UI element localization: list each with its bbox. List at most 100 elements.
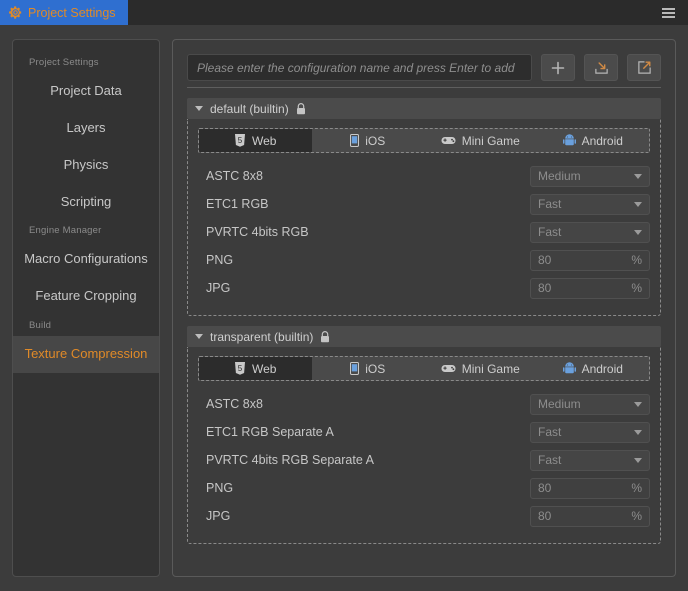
phone-icon <box>350 134 360 147</box>
row-label: PNG <box>206 481 234 495</box>
gamepad-icon <box>441 135 456 146</box>
row-label: JPG <box>206 509 231 523</box>
jpg-quality-input[interactable]: 80 % <box>530 505 650 527</box>
gamepad-icon <box>441 363 456 374</box>
tab-label: Mini Game <box>461 361 520 376</box>
section-header[interactable]: transparent (builtin) <box>187 326 661 347</box>
tab-ios[interactable]: iOS <box>311 357 424 380</box>
select-value: Medium <box>538 397 581 411</box>
jpg-quality-input[interactable]: 80 % <box>530 277 650 299</box>
tab-ios[interactable]: iOS <box>311 129 424 152</box>
percent-unit: % <box>631 281 642 295</box>
titlebar-spacer <box>127 0 648 25</box>
platform-tabs: 5 Web iOS Mini Game Android <box>198 128 650 153</box>
import-configuration-button[interactable] <box>584 54 618 81</box>
setting-row-png: PNG 80 % <box>198 247 650 273</box>
setting-row-jpg: JPG 80 % <box>198 275 650 301</box>
row-label: PNG <box>206 253 234 267</box>
select-value: Fast <box>538 225 562 239</box>
tab-web[interactable]: 5 Web <box>199 129 312 152</box>
caret-down-icon[interactable] <box>195 106 203 111</box>
tab-title: Project Settings <box>28 5 116 20</box>
pvrtc-4bits-rgb-separate-a-select[interactable]: Fast <box>530 449 650 471</box>
setting-row-png: PNG 80 % <box>198 475 650 501</box>
config-section-default: default (builtin) 5 Web iOS Mini Game An… <box>187 98 661 316</box>
app-body: Project Settings Project Data Layers Phy… <box>0 25 688 591</box>
sidebar-item-physics[interactable]: Physics <box>13 147 159 184</box>
chevron-down-icon <box>634 457 642 463</box>
hamburger-bar <box>661 7 675 10</box>
platform-tabs: 5 Web iOS Mini Game Android <box>198 356 650 381</box>
plus-icon <box>551 61 565 75</box>
section-panel: 5 Web iOS Mini Game Android ASTC 8x8 Med… <box>187 119 661 316</box>
html5-icon: 5 <box>234 362 246 375</box>
hamburger-bar <box>661 15 675 18</box>
sidebar-item-project-data[interactable]: Project Data <box>13 73 159 110</box>
tab-web[interactable]: 5 Web <box>199 357 312 380</box>
input-value: 80 <box>538 281 552 295</box>
row-label: PVRTC 4bits RGB Separate A <box>206 453 374 467</box>
hamburger-bar <box>661 11 675 14</box>
tab-android[interactable]: Android <box>536 129 649 152</box>
texture-compression-panel: default (builtin) 5 <box>172 39 676 577</box>
sidebar-item-macro-configurations[interactable]: Macro Configurations <box>13 241 159 278</box>
setting-row-astc-8x8: ASTC 8x8 Medium <box>198 163 650 189</box>
tab-label: iOS <box>365 133 386 148</box>
gear-icon <box>9 6 22 19</box>
export-icon <box>637 60 652 75</box>
etc1-rgb-separate-a-select[interactable]: Fast <box>530 421 650 443</box>
etc1-rgb-select[interactable]: Fast <box>530 193 650 215</box>
tab-label: Android <box>581 361 623 376</box>
row-label: ETC1 RGB Separate A <box>206 425 334 439</box>
section-panel: 5 Web iOS Mini Game Android ASTC 8x8 Med… <box>187 347 661 544</box>
astc-8x8-select[interactable]: Medium <box>530 165 650 187</box>
sidebar-group-label: Build <box>29 320 52 332</box>
input-value: 80 <box>538 509 552 523</box>
input-value: 80 <box>538 253 552 267</box>
setting-row-jpg: JPG 80 % <box>198 503 650 529</box>
android-icon <box>562 134 576 147</box>
sidebar-item-scripting[interactable]: Scripting <box>13 184 159 221</box>
select-value: Fast <box>538 425 562 439</box>
select-value: Fast <box>538 197 562 211</box>
tab-android[interactable]: Android <box>536 357 649 380</box>
config-toolbar <box>187 54 661 81</box>
section-header[interactable]: default (builtin) <box>187 98 661 119</box>
tab-project-settings[interactable]: Project Settings <box>0 0 128 25</box>
export-configuration-button[interactable] <box>627 54 661 81</box>
setting-row-astc-8x8: ASTC 8x8 Medium <box>198 391 650 417</box>
pvrtc-4bits-rgb-select[interactable]: Fast <box>530 221 650 243</box>
sidebar-group-label: Project Settings <box>29 57 99 68</box>
sidebar-group-label: Engine Manager <box>29 225 102 237</box>
input-value: 80 <box>538 481 552 495</box>
select-value: Medium <box>538 169 581 183</box>
hamburger-menu-icon[interactable] <box>648 0 688 25</box>
svg-text:5: 5 <box>238 364 243 373</box>
chevron-down-icon <box>634 401 642 407</box>
sidebar-item-texture-compression[interactable]: Texture Compression <box>13 336 159 373</box>
tab-label: Mini Game <box>461 133 520 148</box>
chevron-down-icon <box>634 429 642 435</box>
chevron-down-icon <box>634 173 642 179</box>
percent-unit: % <box>631 481 642 495</box>
astc-8x8-select[interactable]: Medium <box>530 393 650 415</box>
caret-down-icon[interactable] <box>195 334 203 339</box>
tab-mini-game[interactable]: Mini Game <box>424 129 537 152</box>
html5-icon: 5 <box>234 134 246 147</box>
sidebar-item-feature-cropping[interactable]: Feature Cropping <box>13 278 159 315</box>
phone-icon <box>350 362 360 375</box>
tab-label: Web <box>252 133 277 148</box>
android-icon <box>562 362 576 375</box>
png-quality-input[interactable]: 80 % <box>530 477 650 499</box>
lock-icon <box>320 330 330 343</box>
svg-text:5: 5 <box>238 136 243 145</box>
sidebar-item-layers[interactable]: Layers <box>13 110 159 147</box>
row-label: JPG <box>206 281 231 295</box>
configuration-name-input[interactable] <box>187 54 532 81</box>
select-value: Fast <box>538 453 562 467</box>
tab-mini-game[interactable]: Mini Game <box>424 357 537 380</box>
add-configuration-button[interactable] <box>541 54 575 81</box>
png-quality-input[interactable]: 80 % <box>530 249 650 271</box>
percent-unit: % <box>631 509 642 523</box>
chevron-down-icon <box>634 229 642 235</box>
